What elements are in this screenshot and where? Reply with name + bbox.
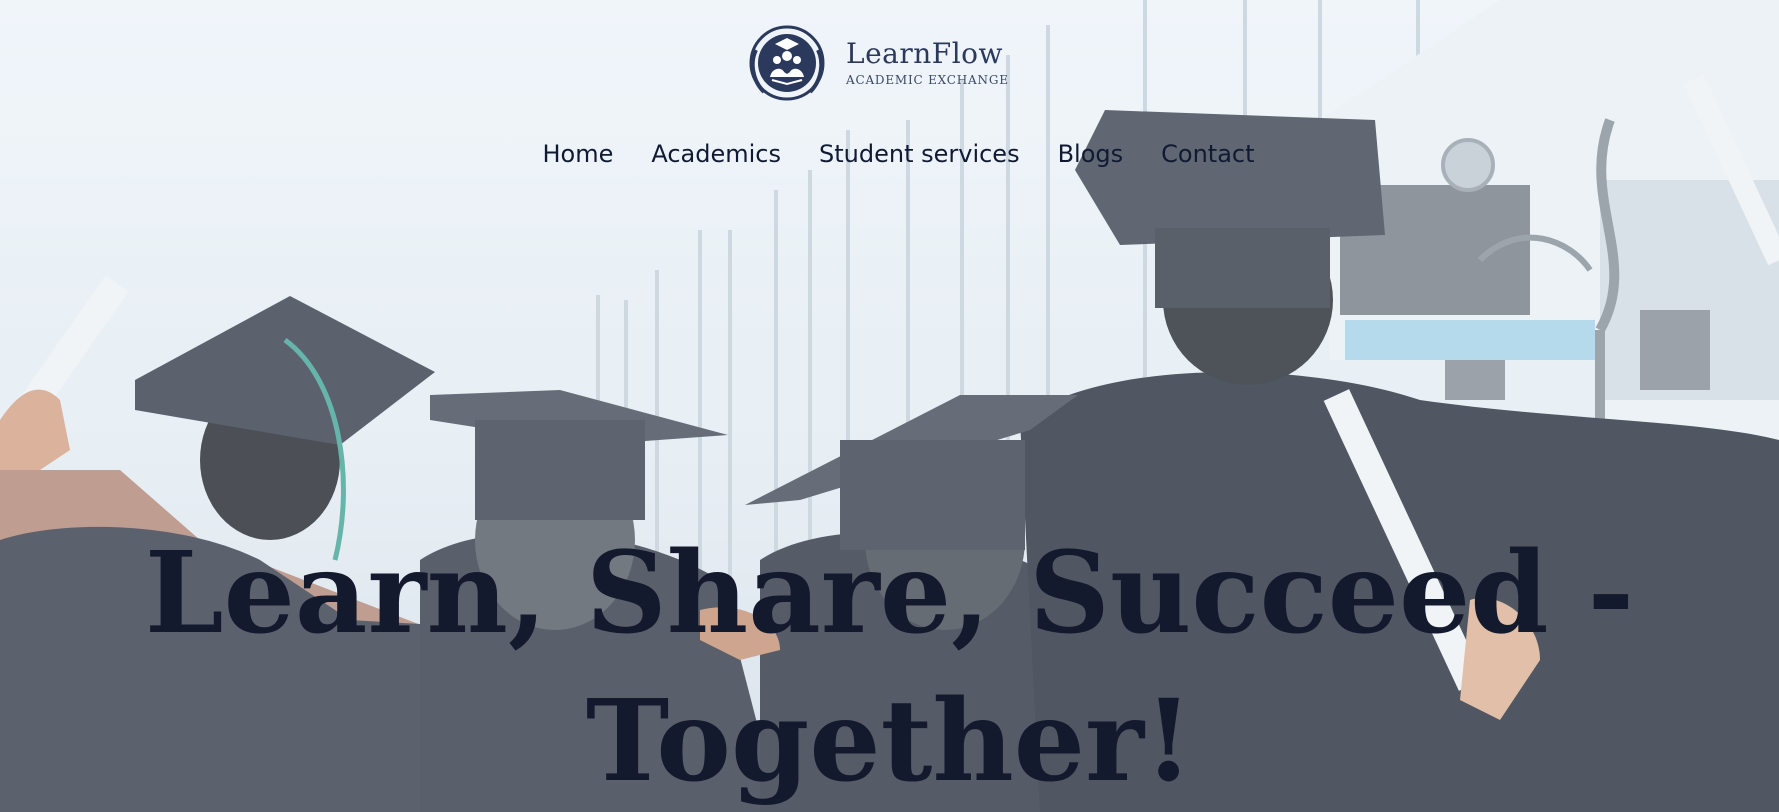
hero-section: LearnFlow Academic Exchange Home Academi…: [0, 0, 1779, 812]
nav-item-home[interactable]: Home: [542, 140, 613, 168]
hero-headline: Learn, Share, Succeed - Together!: [144, 528, 1635, 807]
graduates-laurel-emblem-icon: [742, 22, 832, 104]
brand-tagline: Academic Exchange: [846, 73, 1009, 87]
brand-text: LearnFlow Academic Exchange: [846, 37, 1009, 88]
nav-item-contact[interactable]: Contact: [1161, 140, 1254, 168]
brand-name: LearnFlow: [846, 37, 1003, 70]
nav-item-blogs[interactable]: Blogs: [1058, 140, 1124, 168]
main-navigation: Home Academics Student services Blogs Co…: [0, 140, 1779, 168]
brand-logo[interactable]: LearnFlow Academic Exchange: [742, 22, 1009, 104]
nav-item-student-services[interactable]: Student services: [819, 140, 1020, 168]
nav-item-academics[interactable]: Academics: [651, 140, 781, 168]
